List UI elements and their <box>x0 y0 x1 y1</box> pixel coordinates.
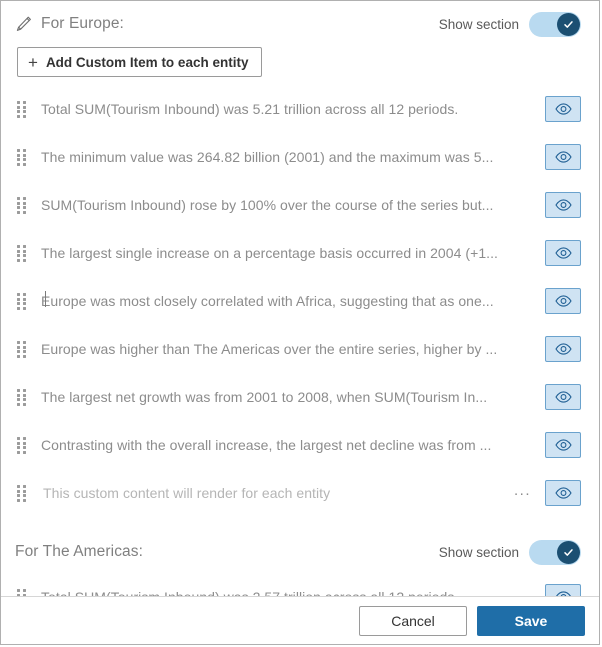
insight-text: Europe was most closely correlated with … <box>41 293 494 309</box>
section-title: For Europe: <box>41 15 124 32</box>
edit-insights-dialog: For Europe: Show section + Add Custom It… <box>0 0 600 645</box>
insight-row[interactable]: SUM(Tourism Inbound) rose by 100% over t… <box>1 181 599 229</box>
insight-text: Europe was higher than The Americas over… <box>41 341 498 357</box>
drag-handle-icon[interactable] <box>17 101 27 118</box>
show-section-label: Show section <box>438 16 519 32</box>
insight-row[interactable]: Europe was higher than The Americas over… <box>1 325 599 373</box>
visibility-eye-button[interactable] <box>545 288 581 314</box>
visibility-eye-button[interactable] <box>545 240 581 266</box>
insight-row[interactable]: The largest net growth was from 2001 to … <box>1 373 599 421</box>
drag-handle-icon[interactable] <box>17 245 27 262</box>
visibility-eye-button[interactable] <box>545 432 581 458</box>
check-icon <box>564 20 573 28</box>
eye-icon <box>554 439 572 451</box>
insight-row[interactable]: Europe was most closely correlated with … <box>1 277 599 325</box>
section-for-the-americas: For The Americas: Show section Total SUM… <box>1 531 599 596</box>
toggle-knob <box>557 12 580 36</box>
edit-pencil-icon[interactable] <box>15 15 33 33</box>
insight-row[interactable]: The largest single increase on a percent… <box>1 229 599 277</box>
section-header-controls: Show section <box>438 539 581 565</box>
drag-handle-icon[interactable] <box>17 589 27 596</box>
drag-handle-icon[interactable] <box>17 293 27 310</box>
drag-handle-icon[interactable] <box>17 389 27 406</box>
show-section-label: Show section <box>438 544 519 560</box>
eye-icon <box>554 487 572 499</box>
insight-row[interactable]: The minimum value was 264.82 billion (20… <box>1 133 599 181</box>
section-header-controls: Show section <box>438 11 581 37</box>
eye-icon <box>554 343 572 355</box>
visibility-eye-button[interactable] <box>545 480 581 506</box>
insight-row[interactable]: Contrasting with the overall increase, t… <box>1 421 599 469</box>
drag-handle-icon[interactable] <box>17 197 27 214</box>
visibility-eye-button[interactable] <box>545 336 581 362</box>
cancel-button[interactable]: Cancel <box>359 605 467 636</box>
insight-text: Total SUM(Tourism Inbound) was 2.57 tril… <box>41 589 545 596</box>
custom-item-menu-icon[interactable]: ... <box>514 483 531 503</box>
eye-icon <box>554 151 572 163</box>
insight-row[interactable]: Total SUM(Tourism Inbound) was 5.21 tril… <box>1 85 599 133</box>
visibility-eye-button[interactable] <box>545 584 581 596</box>
add-custom-item-button[interactable]: + Add Custom Item to each entity <box>17 47 263 77</box>
dialog-footer: Cancel Save <box>1 596 599 644</box>
visibility-eye-button[interactable] <box>545 192 581 218</box>
section-for-europe: For Europe: Show section + Add Custom It… <box>1 3 599 517</box>
toggle-knob <box>557 540 580 564</box>
insight-text: The largest net growth was from 2001 to … <box>41 389 488 405</box>
custom-item-row[interactable]: This custom content will render for each… <box>1 290 599 517</box>
insight-row[interactable]: Total SUM(Tourism Inbound) was 2.57 tril… <box>1 573 599 596</box>
show-section-toggle[interactable] <box>529 539 581 565</box>
custom-item-input[interactable]: This custom content will render for each… <box>41 485 504 501</box>
save-button[interactable]: Save <box>477 605 585 636</box>
drag-handle-icon[interactable] <box>17 149 27 166</box>
visibility-eye-button[interactable] <box>545 384 581 410</box>
show-section-toggle[interactable] <box>529 11 581 37</box>
insight-text: Total SUM(Tourism Inbound) was 5.21 tril… <box>41 101 459 117</box>
insight-text: The largest single increase on a percent… <box>41 245 498 261</box>
plus-icon: + <box>28 52 38 72</box>
add-custom-item-label: Add Custom Item to each entity <box>45 54 249 70</box>
eye-icon <box>554 247 572 259</box>
drag-handle-icon[interactable] <box>17 485 27 502</box>
drag-handle-icon[interactable] <box>17 437 27 454</box>
insight-text: SUM(Tourism Inbound) rose by 100% over t… <box>41 197 494 213</box>
insight-text: Contrasting with the overall increase, t… <box>41 437 492 453</box>
text-caret <box>45 290 46 307</box>
check-icon <box>564 548 573 556</box>
eye-icon <box>554 295 572 307</box>
visibility-eye-button[interactable] <box>545 96 581 122</box>
insight-text: The minimum value was 264.82 billion (20… <box>41 149 494 165</box>
section-title: For The Americas: <box>15 543 144 560</box>
drag-handle-icon[interactable] <box>17 341 27 358</box>
visibility-eye-button[interactable] <box>545 144 581 170</box>
section-header-europe: For Europe: Show section <box>1 3 599 45</box>
eye-icon <box>554 199 572 211</box>
eye-icon <box>554 391 572 403</box>
eye-icon <box>554 103 572 115</box>
add-custom-item-wrap: + Add Custom Item to each entity <box>1 45 599 85</box>
sections-scroll-area[interactable]: For Europe: Show section + Add Custom It… <box>1 1 599 596</box>
section-header-the-americas: For The Americas: Show section <box>1 531 599 573</box>
